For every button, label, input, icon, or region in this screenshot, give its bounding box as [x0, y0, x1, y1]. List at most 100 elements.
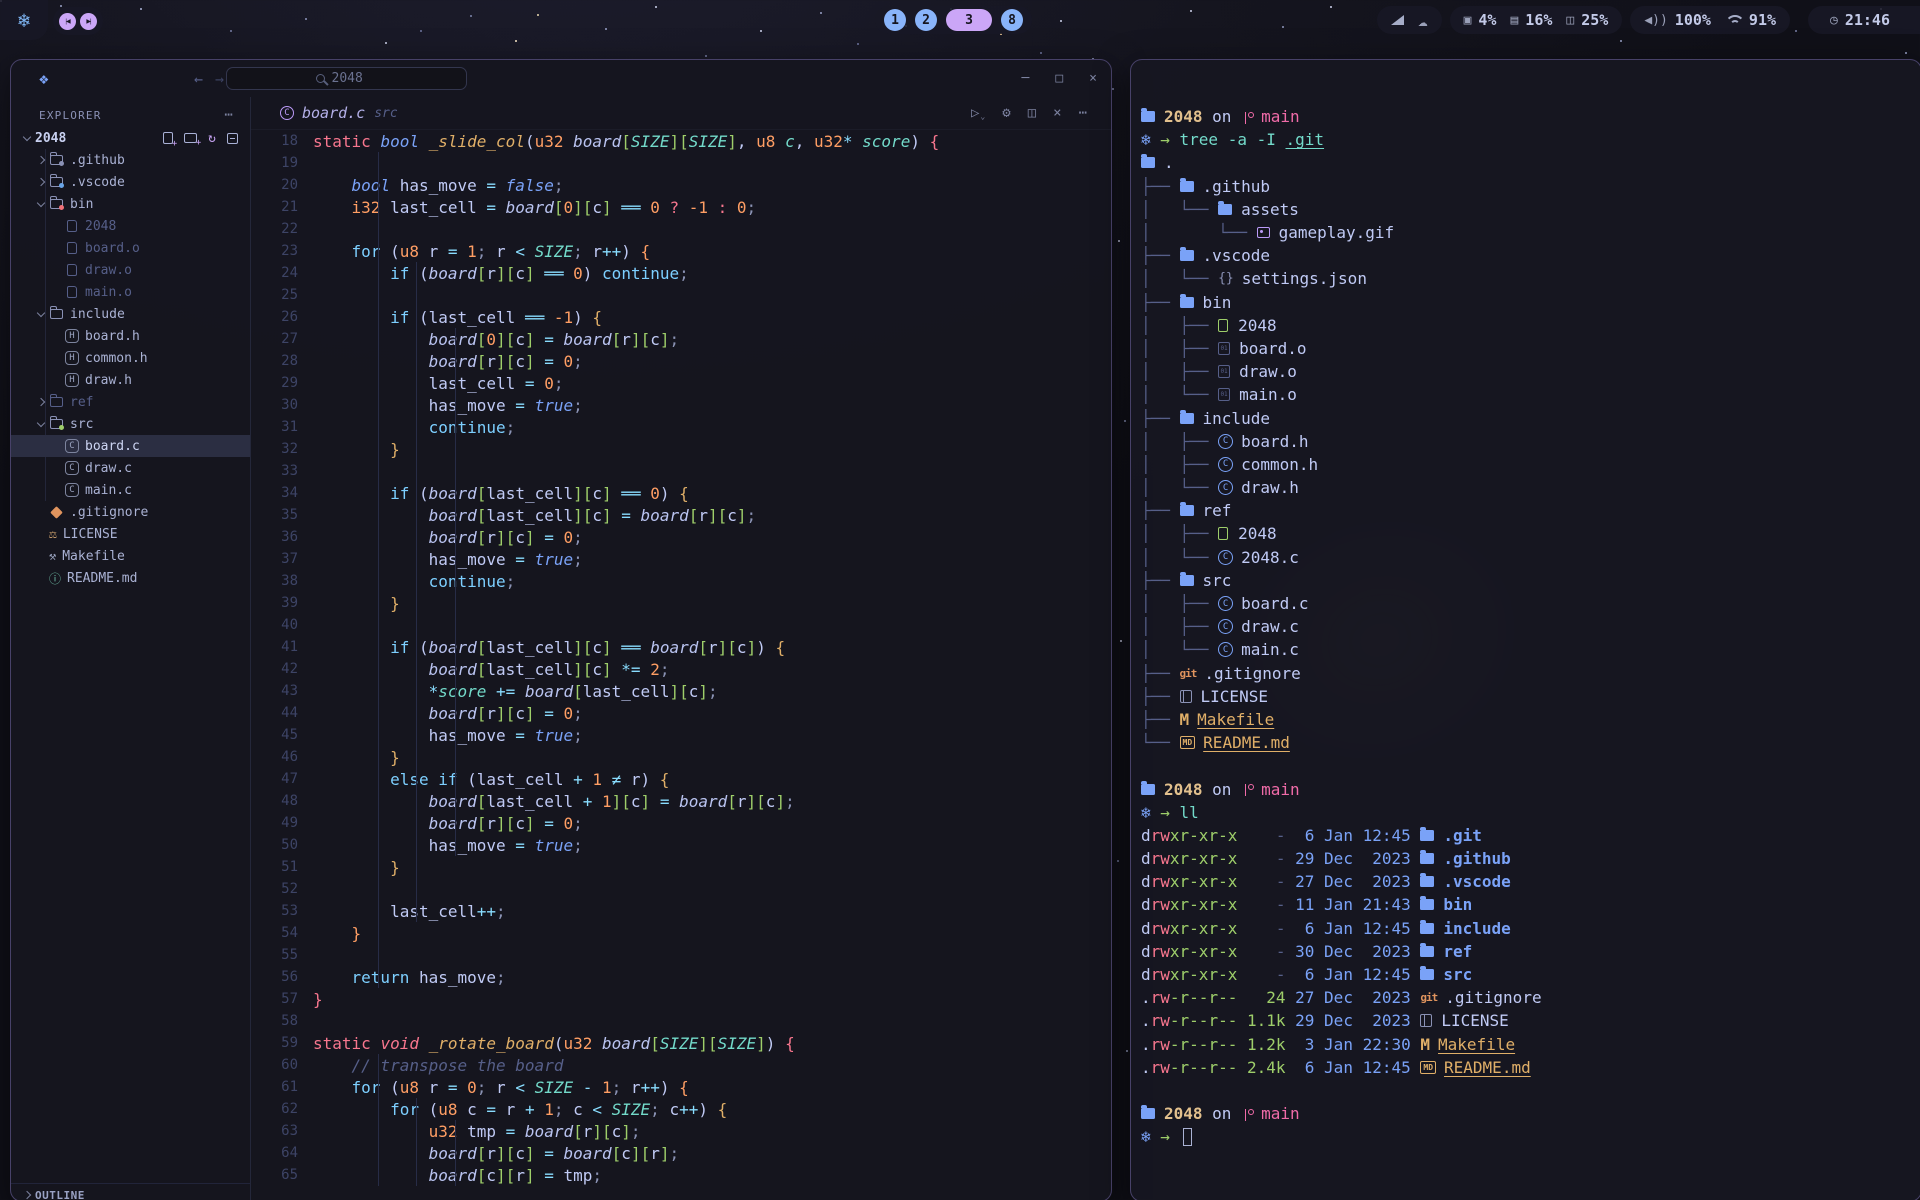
clock-pill[interactable]: ◷21:46	[1808, 6, 1920, 34]
tree-item[interactable]: ref	[11, 391, 250, 413]
tree-item[interactable]: Cboard.c	[11, 435, 250, 457]
launcher-button[interactable]: ❄	[0, 0, 48, 40]
line-number: 35	[251, 507, 298, 523]
tree-item[interactable]: include	[11, 303, 250, 325]
more-actions-icon[interactable]: ⋯	[1079, 105, 1087, 121]
media-prev-button[interactable]: |◀	[59, 13, 76, 30]
code-line: 51 }	[251, 856, 1111, 878]
code-line: 26 if (last_cell ══ -1) {	[251, 306, 1111, 328]
terminal-line: ├── src	[1141, 569, 1920, 592]
line-number: 60	[251, 1057, 298, 1073]
tree-item[interactable]: Cmain.c	[11, 479, 250, 501]
terminal-line: 2048 on main	[1141, 105, 1920, 128]
system-stats-pill[interactable]: ▣4% ▤16% ◫25%	[1450, 6, 1623, 34]
refresh-icon[interactable]: ↻	[208, 132, 216, 145]
tree-item[interactable]: ⚒Makefile	[11, 545, 250, 567]
maximize-button[interactable]: □	[1055, 71, 1063, 86]
terminal-line: ├── MMakefile	[1141, 708, 1920, 731]
nav-forward-button[interactable]: →	[215, 70, 224, 88]
code-line: 53 last_cell++;	[251, 900, 1111, 922]
code-line: 64 board[r][c] = board[c][r];	[251, 1142, 1111, 1164]
explorer-more-icon[interactable]: ⋯	[224, 107, 234, 123]
clock-value: 21:46	[1845, 11, 1890, 29]
new-file-icon[interactable]	[163, 132, 173, 144]
terminal-line: .rw-r--r-- 2.4k 6 Jan 12:45 MDREADME.md	[1141, 1056, 1920, 1079]
line-number: 56	[251, 969, 298, 985]
code-line: 34 if (board[last_cell][c] ══ 0) {	[251, 482, 1111, 504]
workspace-label: 1	[891, 13, 899, 28]
terminal-line: drwxr-xr-x - 11 Jan 21:43 bin	[1141, 893, 1920, 916]
tree-item[interactable]: .github	[11, 149, 250, 171]
line-number: 45	[251, 727, 298, 743]
line-number: 25	[251, 287, 298, 303]
explorer-root-item[interactable]: 2048 ↻	[11, 127, 250, 149]
code-editor[interactable]: 18static bool _slide_col(u32 board[SIZE]…	[251, 130, 1111, 1200]
indent-guide	[378, 1054, 379, 1186]
collapse-all-icon[interactable]	[227, 133, 238, 144]
line-number: 27	[251, 331, 298, 347]
top-bar: ❄ |◀ ▶| 1 2 3 8 ☁ ▣4% ▤16% ◫25% ◀))100% …	[0, 0, 1920, 44]
code-line: 38 continue;	[251, 570, 1111, 592]
nav-back-button[interactable]: ←	[194, 70, 203, 88]
indent-guide	[455, 1120, 456, 1186]
terminal-line: │ ├── 2048	[1141, 522, 1920, 545]
minimize-button[interactable]: ─	[1022, 71, 1030, 86]
tree-item[interactable]: 2048	[11, 215, 250, 237]
tree-item[interactable]: bin	[11, 193, 250, 215]
split-editor-icon[interactable]: ◫	[1028, 105, 1036, 121]
vscode-titlebar[interactable]: ❖ ← → ─ □ ×	[11, 60, 1111, 97]
workspace-button[interactable]: 8	[1001, 9, 1023, 31]
sidebar-panel-header[interactable]: OUTLINE	[11, 1184, 250, 1200]
speaker-icon: ◀))	[1644, 13, 1667, 28]
workspace-button[interactable]: 1	[884, 9, 906, 31]
tree-item[interactable]: Cdraw.c	[11, 457, 250, 479]
tree-item[interactable]: Hcommon.h	[11, 347, 250, 369]
indent-guide	[455, 328, 456, 856]
line-number: 59	[251, 1035, 298, 1051]
line-number: 42	[251, 661, 298, 677]
terminal-line: │ └── 01main.o	[1141, 383, 1920, 406]
tree-item[interactable]: Hdraw.h	[11, 369, 250, 391]
terminal-line: │ └── C2048.c	[1141, 546, 1920, 569]
code-line: 18static bool _slide_col(u32 board[SIZE]…	[251, 130, 1111, 152]
tree-item[interactable]: board.o	[11, 237, 250, 259]
disk-icon: ◫	[1566, 13, 1574, 28]
line-number: 50	[251, 837, 298, 853]
code-line: 40	[251, 614, 1111, 636]
line-number: 52	[251, 881, 298, 897]
tree-item[interactable]: .vscode	[11, 171, 250, 193]
settings-gear-icon[interactable]: ⚙	[1002, 105, 1010, 121]
tree-item[interactable]: .gitignore	[11, 501, 250, 523]
workspace-button[interactable]: 3	[946, 9, 992, 31]
new-folder-icon[interactable]	[184, 133, 197, 143]
search-icon	[316, 74, 325, 83]
tree-item[interactable]: Hboard.h	[11, 325, 250, 347]
terminal-window[interactable]: 2048 on main ❄ → tree -a -I .git . ├── .…	[1130, 59, 1920, 1200]
code-lines: 18static bool _slide_col(u32 board[SIZE]…	[251, 130, 1111, 1186]
close-editor-icon[interactable]: ×	[1053, 105, 1061, 121]
terminal-output: 2048 on main ❄ → tree -a -I .git . ├── .…	[1141, 105, 1920, 1148]
code-line: 63 u32 tmp = board[r][c];	[251, 1120, 1111, 1142]
close-button[interactable]: ×	[1089, 71, 1097, 86]
wifi-value: 91%	[1749, 11, 1776, 29]
tab-board-c[interactable]: board.c	[302, 104, 365, 122]
tree-item[interactable]: draw.o	[11, 259, 250, 281]
line-number: 22	[251, 221, 298, 237]
tree-item[interactable]: ⓘREADME.md	[11, 567, 250, 589]
terminal-line	[1141, 754, 1920, 777]
media-next-button[interactable]: ▶|	[80, 13, 97, 30]
search-input[interactable]	[332, 71, 378, 86]
code-line: 33	[251, 460, 1111, 482]
code-line: 24 if (board[r][c] ══ 0) continue;	[251, 262, 1111, 284]
run-button[interactable]: ▷⌄	[971, 105, 985, 121]
tree-item[interactable]: ⚖LICENSE	[11, 523, 250, 545]
tree-item[interactable]: src	[11, 413, 250, 435]
command-center[interactable]	[226, 67, 467, 90]
tree-item[interactable]: main.o	[11, 281, 250, 303]
terminal-line: │ └── {}settings.json	[1141, 267, 1920, 290]
code-line: 60 // transpose the board	[251, 1054, 1111, 1076]
network-pill[interactable]: ☁	[1377, 6, 1442, 34]
line-number: 47	[251, 771, 298, 787]
volume-wifi-pill[interactable]: ◀))100% 91%	[1630, 6, 1790, 34]
workspace-button[interactable]: 2	[915, 9, 937, 31]
